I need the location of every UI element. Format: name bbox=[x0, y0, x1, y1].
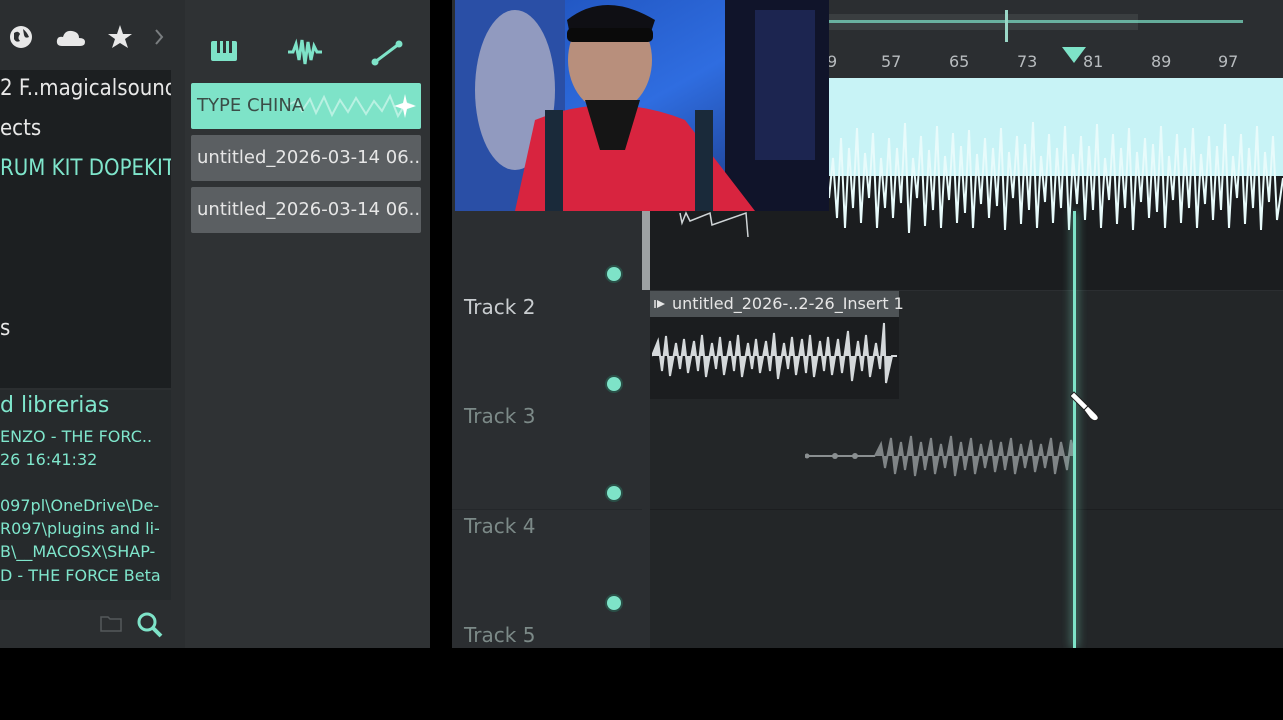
audio-clip[interactable]: untitled_2026-..2-26_Insert 1 bbox=[650, 291, 904, 399]
clip-waveform bbox=[679, 211, 749, 238]
globe-icon[interactable] bbox=[8, 24, 34, 50]
ruler-number: 97 bbox=[1218, 52, 1239, 71]
webcam-image bbox=[455, 0, 829, 211]
folder-icon[interactable] bbox=[100, 614, 122, 632]
browser-panel: 2 F..magicalsounds ects RUM KIT DOPEKIT … bbox=[0, 0, 185, 648]
playhead-marker-icon[interactable] bbox=[1061, 46, 1087, 64]
playhead-line bbox=[1073, 211, 1076, 648]
automation-icon[interactable] bbox=[371, 40, 403, 66]
info-line: ENZO - THE FORC.. bbox=[0, 427, 153, 446]
track-header[interactable]: Track 4 bbox=[452, 510, 642, 620]
clip-arrow-icon bbox=[654, 300, 665, 308]
audio-clip-tail[interactable] bbox=[650, 211, 830, 290]
clip-waveform bbox=[652, 322, 897, 384]
clip-item[interactable]: untitled_2026-03-14 06.. bbox=[191, 135, 421, 181]
clip-name: untitled_2026-..2-26_Insert 1 bbox=[672, 294, 904, 313]
cloud-icon[interactable] bbox=[56, 28, 86, 48]
browser-info-panel: d librerias ENZO - THE FORC.. 26 16:41:3… bbox=[0, 390, 171, 600]
track-lane[interactable] bbox=[650, 619, 1283, 648]
track-led[interactable] bbox=[607, 377, 621, 391]
info-line: 26 16:41:32 bbox=[0, 450, 98, 469]
browser-tree: 2 F..magicalsounds ects RUM KIT DOPEKIT … bbox=[0, 70, 171, 388]
track-header[interactable] bbox=[452, 211, 642, 292]
clip-item-selected[interactable]: TYPE CHINA bbox=[191, 83, 421, 129]
clip-header[interactable]: untitled_2026-..2-26_Insert 1 bbox=[650, 291, 904, 317]
ruler-number: 89 bbox=[1151, 52, 1172, 71]
search-icon[interactable] bbox=[136, 611, 164, 639]
track-lane[interactable] bbox=[650, 510, 1283, 620]
tree-item[interactable]: ects bbox=[0, 116, 41, 141]
tree-item[interactable]: s bbox=[0, 316, 10, 341]
webcam-overlay bbox=[455, 0, 829, 211]
info-line: B\__MACOSX\SHAP- bbox=[0, 542, 156, 561]
overview-line bbox=[828, 20, 1243, 23]
track-name: Track 5 bbox=[464, 623, 536, 647]
clip-waveform bbox=[828, 121, 1283, 290]
info-line: R097\plugins and li- bbox=[0, 519, 160, 538]
audio-clip-large[interactable] bbox=[828, 78, 1283, 290]
paint-brush-icon bbox=[1070, 391, 1099, 422]
piano-roll-icon[interactable] bbox=[210, 38, 238, 64]
info-line: D - THE FORCE Beta bbox=[0, 566, 161, 585]
info-title: d librerias bbox=[0, 393, 110, 418]
audio-clip-icon[interactable] bbox=[287, 38, 323, 66]
info-line: 097pl\OneDrive\De- bbox=[0, 496, 160, 515]
track-name: Track 2 bbox=[464, 295, 536, 319]
recording-waveform bbox=[805, 435, 1075, 477]
ruler-number: 65 bbox=[949, 52, 970, 71]
track-name: Track 4 bbox=[464, 514, 536, 538]
clip-list-panel: TYPE CHINA untitled_2026-03-14 06.. unti… bbox=[185, 0, 430, 648]
sparkle-icon bbox=[394, 94, 416, 118]
track-led[interactable] bbox=[607, 596, 621, 610]
ruler-number: 57 bbox=[881, 52, 902, 71]
overview-marker[interactable] bbox=[1005, 10, 1008, 42]
track-header[interactable]: Track 5 bbox=[452, 619, 642, 648]
ruler-number: 73 bbox=[1017, 52, 1038, 71]
track-header[interactable]: Track 3 bbox=[452, 400, 642, 510]
star-icon[interactable] bbox=[107, 24, 133, 50]
track-name: Track 3 bbox=[464, 404, 536, 428]
tree-item[interactable]: RUM KIT DOPEKIT bbox=[0, 156, 171, 181]
clip-item[interactable]: untitled_2026-03-14 06.. bbox=[191, 187, 421, 233]
clip-label: TYPE CHINA bbox=[197, 95, 305, 116]
track-lane[interactable] bbox=[650, 400, 1283, 510]
tree-item[interactable]: 2 F..magicalsounds bbox=[0, 76, 171, 101]
letterbox-bar bbox=[0, 648, 1283, 720]
track-led[interactable] bbox=[607, 486, 621, 500]
track-led[interactable] bbox=[607, 267, 621, 281]
chevron-right-icon[interactable] bbox=[154, 28, 164, 46]
track-header[interactable]: Track 2 bbox=[452, 291, 642, 401]
